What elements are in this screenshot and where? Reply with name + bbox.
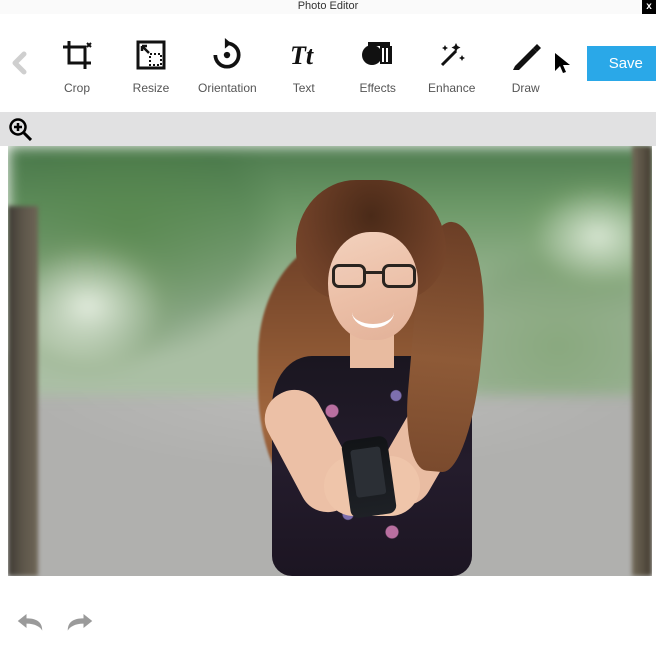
tool-draw[interactable]: Draw — [499, 37, 553, 95]
tool-label: Effects — [359, 81, 395, 95]
draw-icon — [508, 37, 544, 73]
enhance-icon — [434, 37, 470, 73]
undo-button[interactable] — [16, 610, 44, 634]
save-button[interactable]: Save — [587, 46, 656, 81]
crop-icon — [59, 37, 95, 73]
tool-label: Resize — [133, 81, 170, 95]
redo-button[interactable] — [66, 610, 94, 634]
tool-effects[interactable]: Effects — [351, 37, 405, 95]
footer-bar — [0, 584, 656, 640]
effects-icon — [360, 37, 396, 73]
tool-label: Draw — [512, 81, 540, 95]
back-button[interactable] — [8, 43, 32, 83]
orientation-icon — [209, 37, 245, 73]
title-bar: Photo Editor x — [0, 0, 656, 14]
cursor-icon — [553, 48, 573, 78]
tool-label: Orientation — [198, 81, 257, 95]
tool-crop[interactable]: Crop — [50, 37, 104, 95]
tool-resize[interactable]: Resize — [124, 37, 178, 95]
app-title: Photo Editor — [298, 0, 359, 12]
tool-label: Crop — [64, 81, 90, 95]
text-icon: Tt — [286, 37, 322, 73]
zoom-bar — [0, 112, 656, 146]
zoom-in-button[interactable] — [8, 117, 32, 141]
main-toolbar: Crop Resize Orientation Tt Text Effects — [0, 14, 656, 112]
tool-enhance[interactable]: Enhance — [425, 37, 479, 95]
tool-orientation[interactable]: Orientation — [198, 37, 257, 95]
resize-icon — [133, 37, 169, 73]
chevron-left-icon — [8, 46, 32, 80]
photo-canvas[interactable] — [8, 146, 652, 576]
svg-text:Tt: Tt — [290, 41, 314, 70]
tool-label: Text — [293, 81, 315, 95]
tool-text[interactable]: Tt Text — [277, 37, 331, 95]
close-button[interactable]: x — [642, 0, 656, 14]
tool-group: Crop Resize Orientation Tt Text Effects — [50, 31, 553, 95]
canvas-area — [0, 146, 656, 584]
tool-label: Enhance — [428, 81, 475, 95]
